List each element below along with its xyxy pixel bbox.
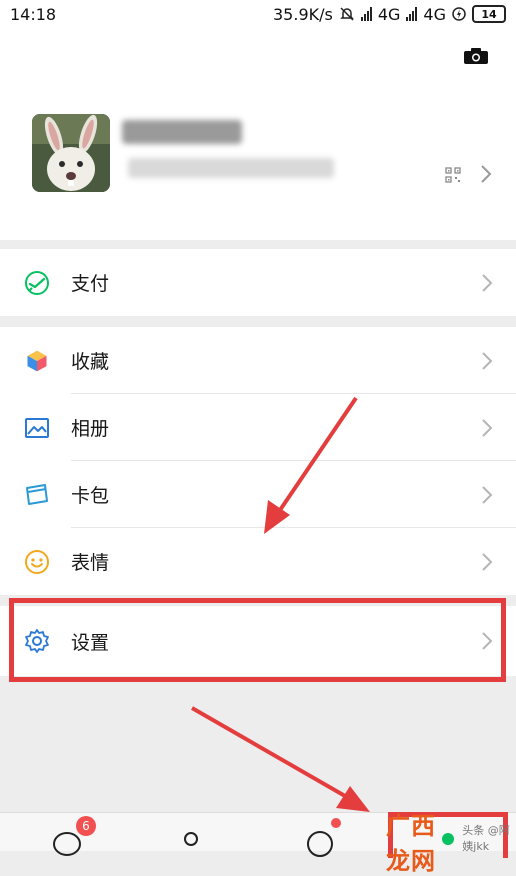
menu-item-album[interactable]: 相册 xyxy=(0,394,516,461)
network-type-1: 4G xyxy=(377,4,401,24)
wechat-pay-icon xyxy=(25,271,49,295)
chevron-right-icon xyxy=(482,352,493,370)
chats-unread-badge: 6 xyxy=(76,816,96,836)
watermark: 广西龙网 头条 @阿姨jkk xyxy=(386,806,516,876)
chevron-right-icon[interactable] xyxy=(480,164,492,184)
menu-item-stickers[interactable]: 表情 xyxy=(0,528,516,595)
menu-item-favorites[interactable]: 收藏 xyxy=(0,327,516,394)
smiley-icon xyxy=(25,550,49,574)
qr-code-icon[interactable] xyxy=(445,167,461,183)
profile-name-obscured xyxy=(122,120,242,144)
mute-bell-icon xyxy=(340,7,354,21)
contacts-icon[interactable] xyxy=(176,829,206,859)
menu-item-label: 相册 xyxy=(71,418,110,440)
annotation-settings-highlight xyxy=(9,598,506,682)
card-icon xyxy=(26,484,48,505)
profile-id-obscured xyxy=(128,158,334,178)
menu-item-cards[interactable]: 卡包 xyxy=(0,461,516,528)
status-time: 14:18 xyxy=(10,4,57,24)
status-bar: 14:18 35.9K/s 4G 4G 14 xyxy=(0,0,516,28)
status-indicators: 35.9K/s 4G 4G 14 xyxy=(273,5,506,24)
chats-icon[interactable] xyxy=(52,829,82,859)
net-speed: 35.9K/s xyxy=(273,4,333,24)
pay-section: 支付 xyxy=(0,249,516,316)
watermark-handle: 头条 @阿姨jkk xyxy=(462,824,510,853)
charging-icon xyxy=(452,7,466,21)
menu-item-label: 收藏 xyxy=(71,351,110,373)
cube-icon xyxy=(26,349,48,373)
menu-item-label: 支付 xyxy=(71,273,110,295)
profile-header[interactable] xyxy=(0,28,516,240)
menu-section: 收藏 相册 卡包 表情 xyxy=(0,327,516,595)
menu-item-pay[interactable]: 支付 xyxy=(0,249,516,316)
signal-icon-2 xyxy=(406,7,418,21)
image-icon xyxy=(25,418,49,438)
chevron-right-icon xyxy=(482,274,493,292)
chevron-right-icon xyxy=(482,419,493,437)
watermark-brand: 广西龙网 xyxy=(386,812,436,875)
discover-new-dot xyxy=(331,818,341,828)
chevron-right-icon xyxy=(482,553,493,571)
menu-item-label: 卡包 xyxy=(71,485,110,507)
network-type-2: 4G xyxy=(423,4,446,24)
avatar[interactable] xyxy=(32,114,110,192)
camera-icon[interactable] xyxy=(464,48,488,64)
menu-item-label: 表情 xyxy=(71,552,110,574)
chevron-right-icon xyxy=(482,486,493,504)
signal-icon-1 xyxy=(360,7,372,21)
rabbit-avatar-image xyxy=(32,114,110,192)
battery-indicator: 14 xyxy=(472,5,506,23)
discover-icon[interactable] xyxy=(305,829,335,859)
